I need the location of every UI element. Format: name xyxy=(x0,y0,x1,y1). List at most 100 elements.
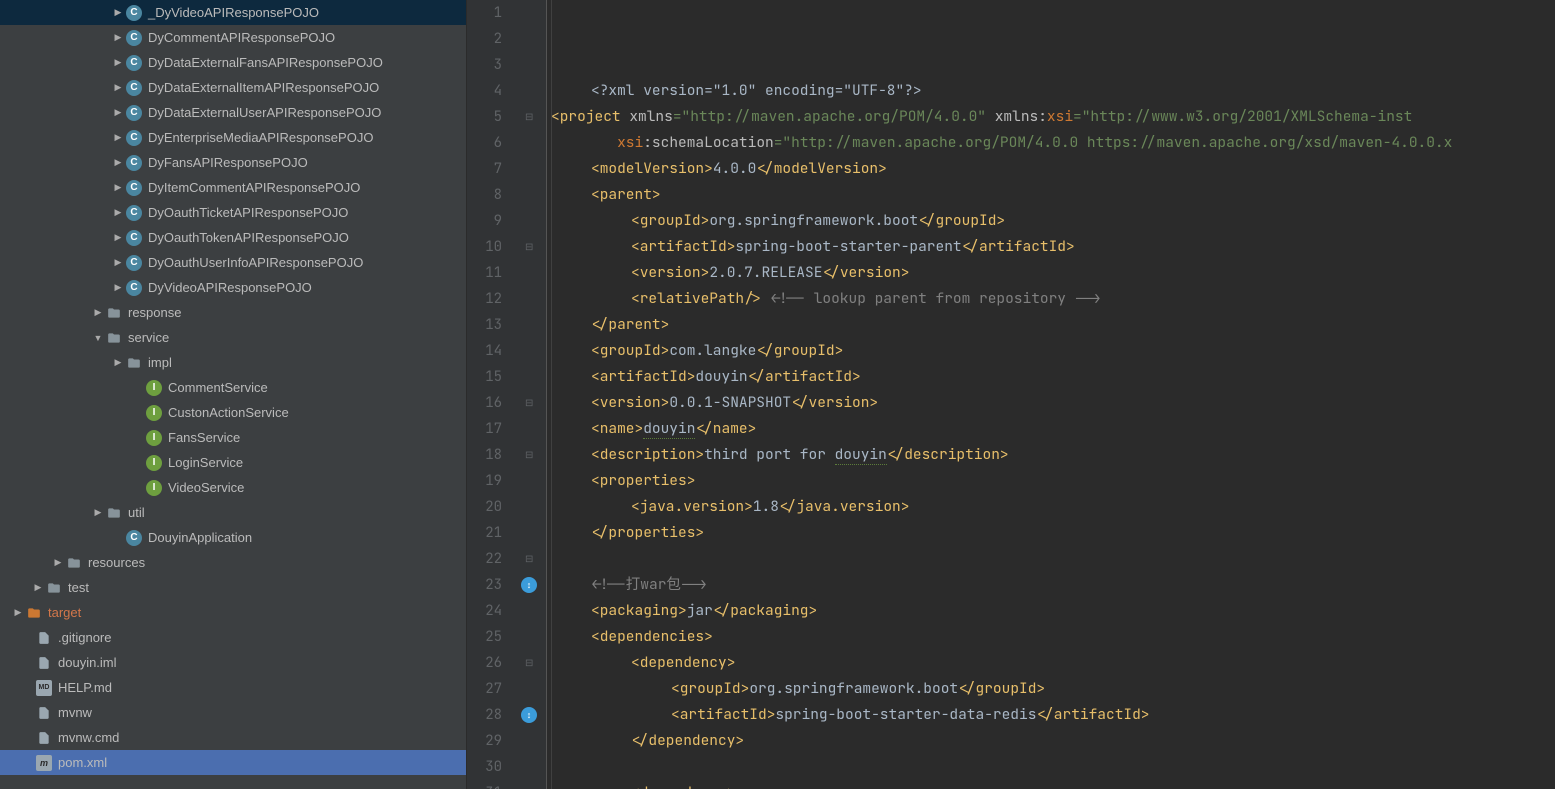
code-area[interactable]: <?xml version="1.0" encoding="UTF-8"?> <p… xyxy=(547,0,1555,789)
code-line[interactable]: <?xml version="1.0" encoding="UTF-8"?> xyxy=(551,78,1555,104)
expand-icon[interactable]: ▶ xyxy=(50,555,66,571)
code-token: </description> xyxy=(887,445,1009,464)
tree-item[interactable]: ▶mpom.xml xyxy=(0,750,466,775)
code-editor[interactable]: 1234567891011121314151617181920212223242… xyxy=(467,0,1555,789)
code-line[interactable]: <artifactId>douyin</artifactId> xyxy=(551,364,1555,390)
code-line[interactable]: <groupId>org.springframework.boot</group… xyxy=(551,676,1555,702)
code-line[interactable]: <artifactId>spring-boot-starter-data-red… xyxy=(551,702,1555,728)
line-number: 27 xyxy=(467,676,502,702)
code-line[interactable]: </properties> xyxy=(551,520,1555,546)
gutter-marker-icon[interactable]: ↕ xyxy=(521,707,537,723)
expand-icon[interactable]: ▶ xyxy=(110,105,126,121)
tree-item[interactable]: ▶test xyxy=(0,575,466,600)
code-line[interactable] xyxy=(551,754,1555,780)
expand-icon[interactable]: ▶ xyxy=(90,505,106,521)
expand-icon[interactable]: ▶ xyxy=(90,305,106,321)
expand-icon[interactable]: ▶ xyxy=(110,155,126,171)
tree-item-label: target xyxy=(48,605,81,620)
project-tree[interactable]: ▶C_DyVideoAPIResponsePOJO▶CDyCommentAPIR… xyxy=(0,0,467,789)
expand-icon[interactable]: ▶ xyxy=(110,130,126,146)
fold-handle-icon[interactable]: ⊟ xyxy=(525,242,533,253)
code-line[interactable]: <modelVersion>4.0.0</modelVersion> xyxy=(551,156,1555,182)
tree-item[interactable]: ▶IFansService xyxy=(0,425,466,450)
tree-item-label: DyDataExternalItemAPIResponsePOJO xyxy=(148,80,379,95)
code-line[interactable]: <java.version>1.8</java.version> xyxy=(551,494,1555,520)
fold-handle-icon[interactable]: ⊟ xyxy=(525,554,533,565)
tree-item[interactable]: ▶impl xyxy=(0,350,466,375)
code-line[interactable]: <version>0.0.1-SNAPSHOT</version> xyxy=(551,390,1555,416)
tree-item[interactable]: ▶CDyItemCommentAPIResponsePOJO xyxy=(0,175,466,200)
code-token: <?xml version="1.0" encoding="UTF-8"?> xyxy=(591,81,922,100)
tree-item[interactable]: ▶MDHELP.md xyxy=(0,675,466,700)
tree-item[interactable]: ▶douyin.iml xyxy=(0,650,466,675)
code-line[interactable]: xsi:schemaLocation="http://maven.apache.… xyxy=(551,130,1555,156)
fold-handle-icon[interactable]: ⊟ xyxy=(525,112,533,123)
expand-icon[interactable]: ▶ xyxy=(30,580,46,596)
tree-item[interactable]: ▶util xyxy=(0,500,466,525)
tree-item[interactable]: ▶CDyVideoAPIResponsePOJO xyxy=(0,275,466,300)
expand-icon[interactable]: ▶ xyxy=(110,30,126,46)
code-line[interactable]: <dependencies> xyxy=(551,624,1555,650)
code-line[interactable]: </parent> xyxy=(551,312,1555,338)
tree-item[interactable]: ▶ target xyxy=(0,600,466,625)
expand-icon[interactable]: ▶ xyxy=(110,280,126,296)
code-line[interactable]: <artifactId>spring-boot-starter-parent</… xyxy=(551,234,1555,260)
expand-icon[interactable]: ▶ xyxy=(110,355,126,371)
tree-item[interactable]: ▶.gitignore xyxy=(0,625,466,650)
code-token: </dependency> xyxy=(631,731,744,750)
expand-icon[interactable]: ▶ xyxy=(110,5,126,21)
fold-gutter[interactable]: ⊟⊟⊟⊟⊟⊟↕⊟⊟↕ xyxy=(517,0,547,789)
code-line[interactable]: <project xmlns="http://maven.apache.org/… xyxy=(551,104,1555,130)
code-line[interactable]: <!--打war包--> xyxy=(551,572,1555,598)
tree-item[interactable]: ▶CDyDataExternalItemAPIResponsePOJO xyxy=(0,75,466,100)
expand-icon[interactable]: ▶ xyxy=(110,180,126,196)
tree-item[interactable]: ▶CDyEnterpriseMediaAPIResponsePOJO xyxy=(0,125,466,150)
code-token: 2.0.7.RELEASE xyxy=(709,263,822,282)
tree-item[interactable]: ▶response xyxy=(0,300,466,325)
tree-item[interactable]: ▶CDyOauthTokenAPIResponsePOJO xyxy=(0,225,466,250)
tree-item[interactable]: ▶mvnw xyxy=(0,700,466,725)
tree-item[interactable]: ▶IVideoService xyxy=(0,475,466,500)
tree-item[interactable]: ▶CDyCommentAPIResponsePOJO xyxy=(0,25,466,50)
code-line[interactable] xyxy=(551,546,1555,572)
expand-icon[interactable]: ▶ xyxy=(110,255,126,271)
code-line[interactable]: <description>third port for douyin</desc… xyxy=(551,442,1555,468)
code-line[interactable]: </dependency> xyxy=(551,728,1555,754)
code-token: <version> xyxy=(591,393,669,412)
code-line[interactable]: <version>2.0.7.RELEASE</version> xyxy=(551,260,1555,286)
folder-icon xyxy=(46,580,62,596)
tree-item[interactable]: ▶ICustonActionService xyxy=(0,400,466,425)
tree-item[interactable]: ▼service xyxy=(0,325,466,350)
tree-item[interactable]: ▶CDyDataExternalFansAPIResponsePOJO xyxy=(0,50,466,75)
expand-icon[interactable]: ▶ xyxy=(110,55,126,71)
code-line[interactable]: <name>douyin</name> xyxy=(551,416,1555,442)
tree-item[interactable]: ▶mvnw.cmd xyxy=(0,725,466,750)
gutter-marker-icon[interactable]: ↕ xyxy=(521,577,537,593)
fold-handle-icon[interactable]: ⊟ xyxy=(525,450,533,461)
code-line[interactable]: <groupId>org.springframework.boot</group… xyxy=(551,208,1555,234)
tree-item[interactable]: ▶CDyOauthTicketAPIResponsePOJO xyxy=(0,200,466,225)
expand-icon[interactable]: ▶ xyxy=(110,205,126,221)
expand-icon[interactable]: ▶ xyxy=(110,80,126,96)
tree-item[interactable]: ▶CDyDataExternalUserAPIResponsePOJO xyxy=(0,100,466,125)
tree-item[interactable]: ▶CDyOauthUserInfoAPIResponsePOJO xyxy=(0,250,466,275)
code-line[interactable]: <relativePath/> <!-- lookup parent from … xyxy=(551,286,1555,312)
code-line[interactable]: <parent> xyxy=(551,182,1555,208)
tree-item-label: DyItemCommentAPIResponsePOJO xyxy=(148,180,360,195)
code-line[interactable]: <properties> xyxy=(551,468,1555,494)
fold-handle-icon[interactable]: ⊟ xyxy=(525,398,533,409)
fold-handle-icon[interactable]: ⊟ xyxy=(525,658,533,669)
code-line[interactable]: <groupId>com.langke</groupId> xyxy=(551,338,1555,364)
expand-icon[interactable]: ▶ xyxy=(10,605,26,621)
tree-item[interactable]: ▶ILoginService xyxy=(0,450,466,475)
tree-item[interactable]: ▶resources xyxy=(0,550,466,575)
tree-item[interactable]: ▶ICommentService xyxy=(0,375,466,400)
tree-item[interactable]: ▶C_DyVideoAPIResponsePOJO xyxy=(0,0,466,25)
tree-item[interactable]: ▶CDyFansAPIResponsePOJO xyxy=(0,150,466,175)
expand-icon[interactable]: ▶ xyxy=(110,230,126,246)
tree-item[interactable]: ▶CDouyinApplication xyxy=(0,525,466,550)
collapse-icon[interactable]: ▼ xyxy=(90,330,106,346)
code-line[interactable]: <dependency> xyxy=(551,780,1555,789)
code-line[interactable]: <packaging>jar</packaging> xyxy=(551,598,1555,624)
code-line[interactable]: <dependency> xyxy=(551,650,1555,676)
